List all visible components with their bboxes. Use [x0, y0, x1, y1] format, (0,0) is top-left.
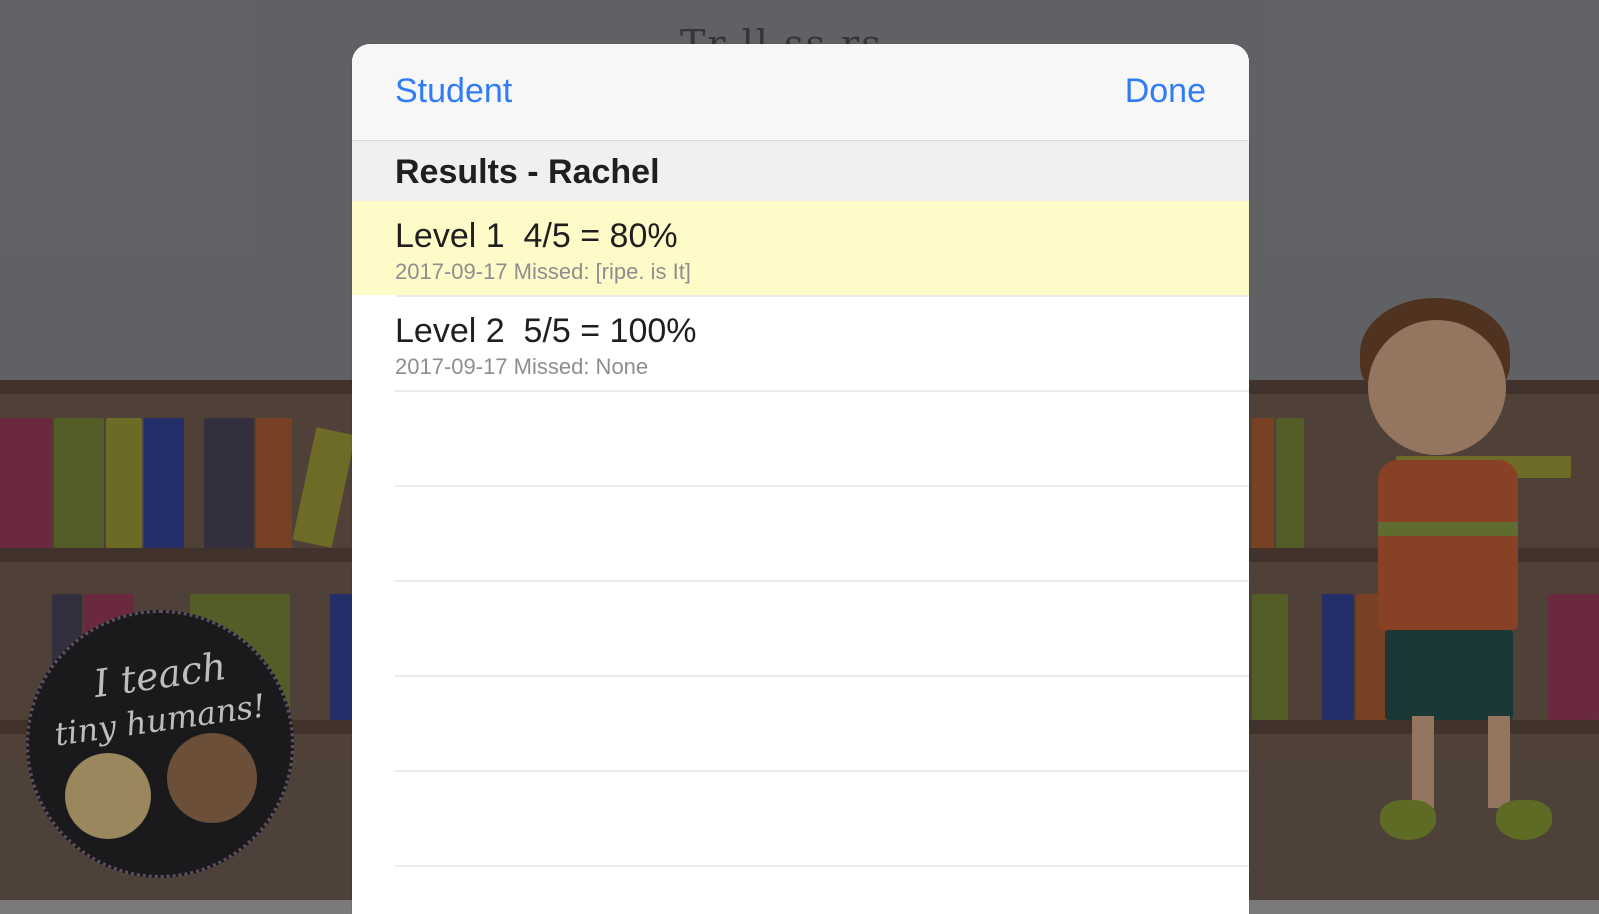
results-modal: Student Done Results - Rachel Level 1 4/… — [352, 44, 1249, 914]
child-illustration — [65, 753, 151, 839]
book — [256, 418, 292, 548]
boy-shoe — [1380, 800, 1436, 840]
section-header: Results - Rachel — [352, 141, 1249, 201]
book — [330, 594, 352, 720]
boy-shirt-stripe — [1378, 522, 1518, 536]
book — [204, 418, 254, 548]
row-separator — [395, 580, 1249, 582]
modal-navbar: Student Done — [352, 44, 1249, 141]
result-row-level-1[interactable]: Level 1 4/5 = 80% 2017-09-17 Missed: [ri… — [352, 201, 1249, 295]
row-separator — [395, 675, 1249, 677]
boy-shoe — [1496, 800, 1552, 840]
boy-shirt — [1378, 460, 1518, 630]
book — [1548, 594, 1599, 720]
child-illustration — [167, 733, 257, 823]
result-row-title: Level 2 5/5 = 100% — [395, 312, 697, 350]
result-row-level-2[interactable]: Level 2 5/5 = 100% 2017-09-17 Missed: No… — [352, 296, 1249, 390]
book — [144, 418, 184, 548]
result-row-title: Level 1 4/5 = 80% — [395, 217, 678, 255]
book — [54, 418, 104, 548]
boy-leg — [1488, 716, 1510, 808]
teacher-badge-logo: I teach tiny humans! — [26, 610, 294, 878]
row-separator — [395, 390, 1249, 392]
done-button[interactable]: Done — [1125, 72, 1206, 111]
book — [1322, 594, 1354, 720]
section-title: Results - Rachel — [395, 153, 660, 191]
book — [1276, 418, 1304, 548]
book — [1252, 594, 1288, 720]
result-row-subtitle: 2017-09-17 Missed: None — [395, 354, 649, 379]
book — [106, 418, 142, 548]
student-back-button[interactable]: Student — [395, 72, 512, 111]
boy-shorts — [1385, 630, 1513, 720]
row-separator — [395, 865, 1249, 867]
row-separator — [395, 485, 1249, 487]
row-separator — [395, 770, 1249, 772]
boy-leg — [1412, 716, 1434, 808]
boy-face — [1368, 320, 1506, 455]
result-row-subtitle: 2017-09-17 Missed: [ripe. is It] — [395, 259, 691, 284]
book — [1252, 418, 1274, 548]
book — [0, 418, 52, 548]
row-separator — [395, 295, 1249, 297]
